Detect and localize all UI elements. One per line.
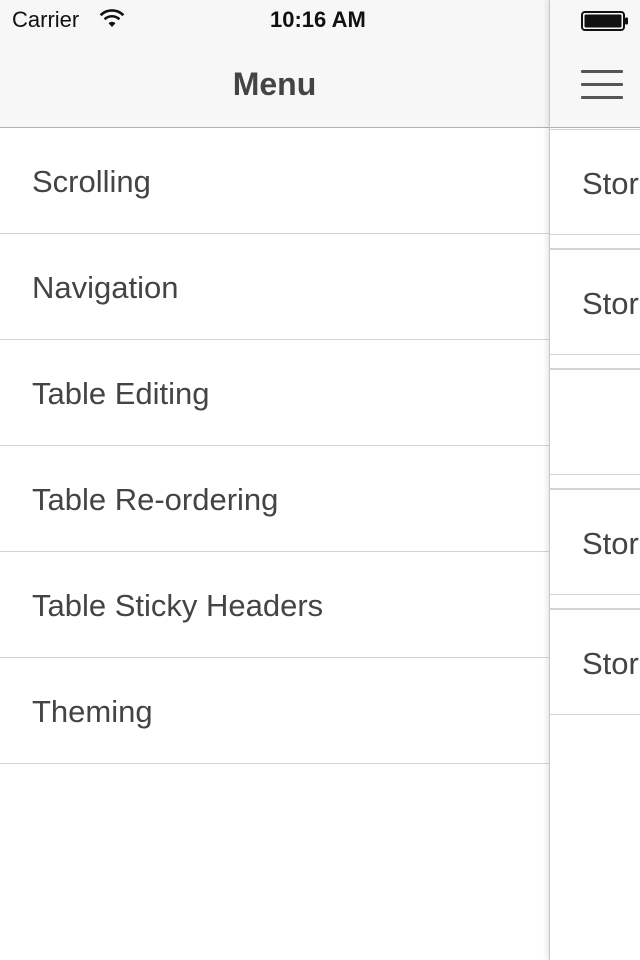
list-item[interactable]: Stor (550, 489, 640, 595)
list-item-label: Stor (582, 166, 639, 201)
wifi-icon (99, 9, 125, 27)
menu-item-label: Table Sticky Headers (32, 588, 324, 623)
menu-item-scrolling[interactable]: Scrolling (0, 128, 549, 234)
menu-item-label: Theming (32, 694, 153, 729)
menu-item-table-sticky-headers[interactable]: Table Sticky Headers (0, 552, 549, 658)
menu-item-navigation[interactable]: Navigation (0, 234, 549, 340)
status-bar-right (550, 0, 640, 40)
menu-item-table-reordering[interactable]: Table Re-ordering (0, 446, 549, 552)
status-bar: Carrier 10:16 AM (0, 0, 549, 40)
menu-nav-bar: Menu (0, 40, 549, 128)
menu-panel: Carrier 10:16 AM Menu Scrolling Navigati… (0, 0, 549, 960)
status-time: 10:16 AM (270, 7, 366, 32)
menu-item-label: Navigation (32, 270, 179, 305)
list-item[interactable] (550, 369, 640, 475)
list-item-label: Stor (582, 526, 639, 561)
hamburger-menu-icon[interactable] (581, 70, 623, 100)
app-screen: Carrier 10:16 AM Menu Scrolling Navigati… (0, 0, 640, 960)
battery-full-icon (581, 11, 628, 31)
list-item[interactable]: Stor (550, 609, 640, 715)
menu-item-label: Table Re-ordering (32, 482, 279, 517)
list-item-label: Stor (582, 646, 639, 681)
carrier-label: Carrier (12, 7, 80, 32)
page-title: Menu (232, 66, 317, 102)
content-panel[interactable]: Stor Stor Stor Stor (549, 0, 640, 960)
list-item-label: Stor (582, 286, 639, 321)
menu-item-table-editing[interactable]: Table Editing (0, 340, 549, 446)
menu-item-label: Scrolling (32, 164, 151, 199)
menu-item-theming[interactable]: Theming (0, 658, 549, 764)
menu-item-label: Table Editing (32, 376, 210, 411)
content-nav-bar (550, 40, 640, 128)
list-item[interactable]: Stor (550, 129, 640, 235)
list-item[interactable]: Stor (550, 249, 640, 355)
menu-list: Scrolling Navigation Table Editing Table… (0, 128, 549, 764)
